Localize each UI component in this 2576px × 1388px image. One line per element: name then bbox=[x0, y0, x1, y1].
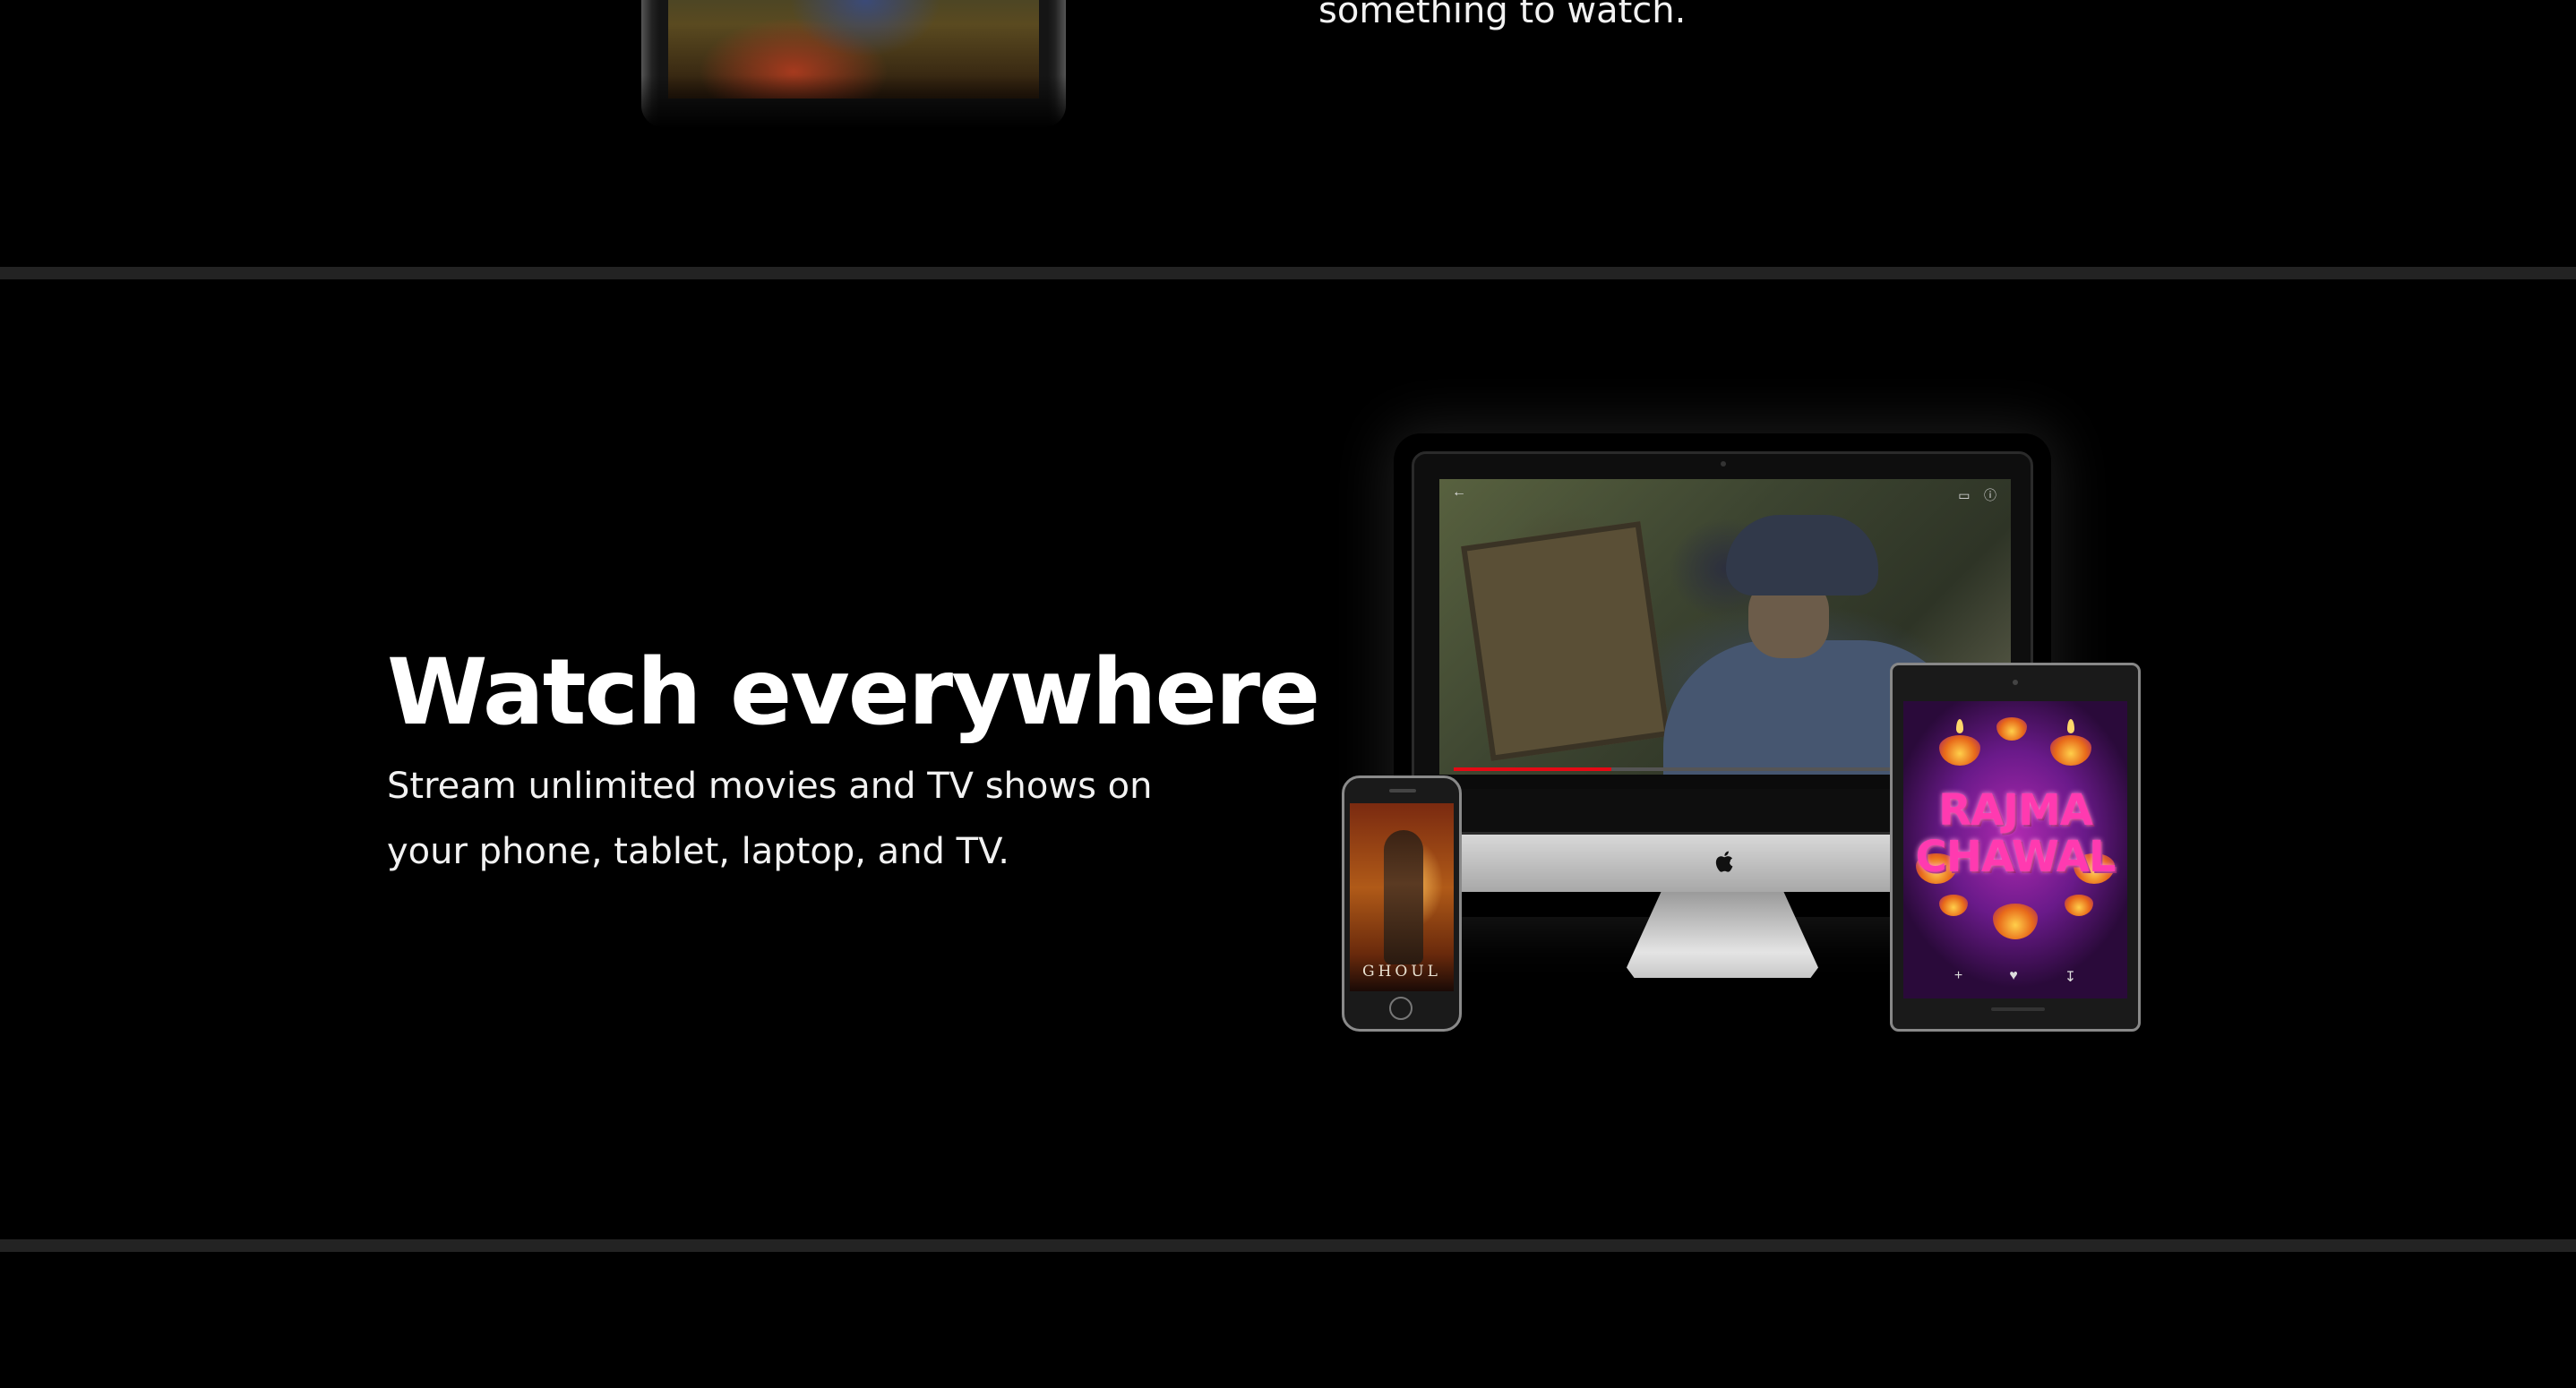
cast-icon: ▭ bbox=[1958, 488, 1971, 502]
diya-decoration bbox=[2050, 735, 2091, 766]
thumbs-up-icon: ♥ bbox=[2009, 968, 2018, 983]
desktop-camera bbox=[1721, 461, 1726, 467]
poster-figure bbox=[1384, 830, 1423, 964]
arrow-left-icon: ← bbox=[1452, 484, 1466, 500]
section-subtitle: Stream unlimited movies and TV shows on … bbox=[387, 766, 1153, 872]
phone-mockup: GHOUL bbox=[1342, 775, 1462, 1032]
phone-mockup-image bbox=[641, 0, 1066, 129]
diya-decoration bbox=[2065, 895, 2093, 916]
tablet-poster: RAJMA CHAWAL + ♥ ↧ bbox=[1903, 701, 2127, 998]
player-top-icons: ▭ ⓘ bbox=[1958, 486, 1996, 504]
previous-feature-section: something to watch. bbox=[0, 0, 2576, 267]
tablet-action-icons: + ♥ ↧ bbox=[1903, 968, 2127, 986]
phone-mockup-screen bbox=[668, 0, 1039, 99]
section-divider bbox=[0, 267, 2576, 279]
apple-logo-icon bbox=[1715, 851, 1733, 872]
flame-decoration bbox=[1956, 719, 1963, 733]
phone-home-button bbox=[1389, 997, 1413, 1020]
tablet-poster-title-line2: CHAWAL bbox=[1915, 832, 2117, 882]
desktop-stand bbox=[1627, 892, 1818, 978]
diya-decoration bbox=[1996, 717, 2027, 741]
video-progress-fill bbox=[1454, 767, 1611, 771]
tablet-home-indicator bbox=[1991, 1007, 2045, 1011]
download-icon: ↧ bbox=[2064, 970, 2077, 985]
diya-decoration bbox=[1939, 735, 1980, 766]
video-scene-object bbox=[1461, 521, 1670, 761]
phone-speaker bbox=[1389, 789, 1416, 793]
devices-illustration: ← ▭ ⓘ GHOUL RAJMA CHAWAL + ♥ ↧ bbox=[1335, 439, 2141, 1048]
tablet-poster-title-line1: RAJMA bbox=[1938, 785, 2093, 835]
section-title: Watch everywhere bbox=[387, 639, 1320, 746]
section-divider bbox=[0, 1239, 2576, 1252]
diya-decoration bbox=[1939, 895, 1968, 916]
feature-description-fragment: something to watch. bbox=[1318, 0, 1687, 31]
diya-decoration bbox=[1993, 904, 2038, 939]
tablet-poster-title: RAJMA CHAWAL bbox=[1903, 787, 2127, 880]
help-icon: ⓘ bbox=[1984, 488, 1996, 502]
phone-poster-title: GHOUL bbox=[1362, 963, 1441, 981]
video-scene-figure-turban bbox=[1726, 515, 1878, 595]
plus-icon: + bbox=[1953, 968, 1963, 983]
phone-poster: GHOUL bbox=[1350, 803, 1454, 991]
tablet-camera bbox=[2013, 680, 2018, 685]
tablet-mockup: RAJMA CHAWAL + ♥ ↧ bbox=[1890, 663, 2141, 1032]
flame-decoration bbox=[2067, 719, 2074, 733]
